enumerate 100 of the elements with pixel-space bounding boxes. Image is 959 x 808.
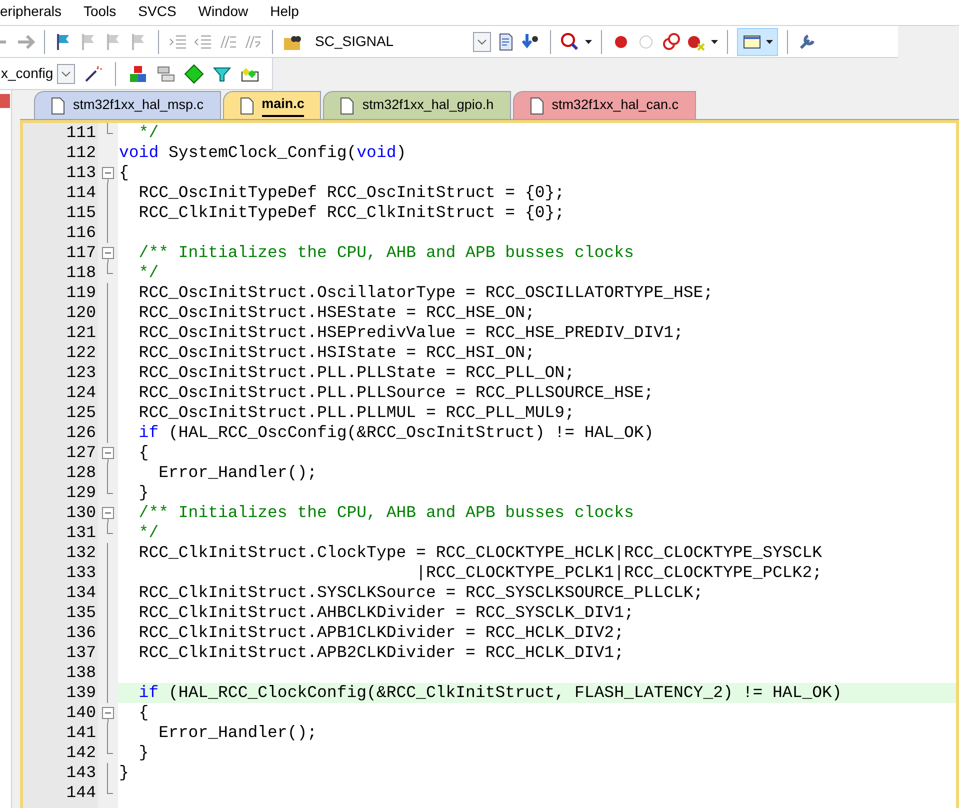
code-line: */ bbox=[138, 123, 160, 143]
target-combo-box[interactable]: x_config bbox=[0, 62, 75, 86]
code-line: RCC_ClkInitStruct.ClockType = RCC_CLOCKTYPE_HCLK|RCC_CLOCKTYPE_SYSCLK bbox=[138, 543, 824, 563]
code-line: { bbox=[118, 163, 130, 183]
fold-line-icon bbox=[107, 463, 108, 483]
line-number: 139 bbox=[66, 683, 96, 703]
fold-end-icon bbox=[107, 123, 113, 134]
code-line: RCC_OscInitStruct.OscillatorType = RCC_OSCILLATORTYPE_HSE; bbox=[138, 283, 714, 303]
code-line: RCC_OscInitStruct.HSEState = RCC_HSE_ON; bbox=[138, 303, 536, 323]
code-line: RCC_ClkInitStruct.APB1CLKDivider = RCC_HCLK_DIV2; bbox=[138, 623, 625, 643]
dropdown-caret-icon[interactable] bbox=[585, 40, 592, 44]
fold-collapse-icon[interactable] bbox=[102, 167, 114, 183]
stacked-windows-icon[interactable] bbox=[156, 64, 176, 84]
magic-wand-icon[interactable] bbox=[83, 64, 103, 84]
code-line: { bbox=[138, 703, 150, 723]
fold-collapse-icon[interactable] bbox=[102, 707, 114, 723]
fold-end-icon bbox=[107, 483, 113, 494]
line-number: 130 bbox=[66, 503, 96, 523]
menu-item[interactable]: SVCS bbox=[138, 0, 176, 22]
debug-magnifier-icon[interactable] bbox=[560, 32, 580, 52]
fold-line-icon bbox=[107, 763, 108, 783]
line-number: 120 bbox=[66, 303, 96, 323]
menu-item[interactable]: Help bbox=[270, 0, 299, 22]
fold-collapse-icon[interactable] bbox=[102, 247, 114, 263]
code-line: RCC_OscInitTypeDef RCC_OscInitStruct = {0}; bbox=[138, 183, 566, 203]
line-number: 112 bbox=[66, 143, 96, 163]
document-icon bbox=[340, 96, 354, 114]
line-number: 117 bbox=[66, 243, 96, 263]
file-tab[interactable]: stm32f1xx_hal_can.c bbox=[512, 91, 696, 119]
line-number: 122 bbox=[66, 343, 96, 363]
wrench-icon[interactable] bbox=[797, 32, 817, 52]
line-number: 135 bbox=[66, 603, 96, 623]
line-number: 137 bbox=[66, 643, 96, 663]
code-line: RCC_ClkInitStruct.SYSCLKSource = RCC_SYSCLKSOURCE_PLLCLK; bbox=[138, 583, 704, 603]
line-number: 131 bbox=[66, 523, 96, 543]
line-number: 133 bbox=[66, 563, 96, 583]
line-number: 128 bbox=[66, 463, 96, 483]
fold-collapse-icon[interactable] bbox=[102, 447, 114, 463]
fold-end-icon bbox=[107, 263, 113, 274]
code-line: */ bbox=[138, 263, 160, 283]
line-number: 116 bbox=[66, 223, 96, 243]
line-number: 144 bbox=[66, 783, 96, 803]
line-number: 111 bbox=[66, 123, 96, 143]
code-line: */ bbox=[138, 523, 160, 543]
line-number: 136 bbox=[66, 623, 96, 643]
file-tab[interactable]: stm32f1xx_hal_gpio.h bbox=[323, 91, 511, 119]
line-number: 119 bbox=[66, 283, 96, 303]
dropdown-caret-icon[interactable] bbox=[766, 40, 773, 44]
line-number: 134 bbox=[66, 583, 96, 603]
window-layout-toggle[interactable] bbox=[737, 28, 778, 56]
line-number: 124 bbox=[66, 383, 96, 403]
code-editor[interactable] bbox=[20, 120, 959, 808]
code-line: RCC_ClkInitTypeDef RCC_ClkInitStruct = {0}; bbox=[138, 203, 566, 223]
line-number: 123 bbox=[66, 363, 96, 383]
menu-item[interactable]: eripherals bbox=[0, 0, 62, 22]
diamond-icon[interactable] bbox=[184, 64, 204, 84]
fold-end-icon bbox=[107, 743, 113, 754]
line-number: 121 bbox=[66, 323, 96, 343]
line-number: 113 bbox=[66, 163, 96, 183]
breakpoints-icon[interactable] bbox=[661, 32, 681, 52]
code-line: RCC_OscInitStruct.PLL.PLLSource = RCC_PLLSOURCE_HSE; bbox=[138, 383, 655, 403]
dropdown-caret-icon[interactable] bbox=[711, 40, 718, 44]
code-line: RCC_OscInitStruct.PLL.PLLState = RCC_PLL_ON; bbox=[138, 363, 576, 383]
code-line: /** Initializes the CPU, AHB and APB busses clocks bbox=[138, 243, 635, 263]
line-number: 141 bbox=[66, 723, 96, 743]
code-line: Error_Handler(); bbox=[158, 463, 318, 483]
document-icon bbox=[51, 96, 65, 114]
code-line: } bbox=[138, 483, 150, 503]
blocks-icon[interactable] bbox=[128, 64, 148, 84]
line-number: 114 bbox=[66, 183, 96, 203]
line-number: 132 bbox=[66, 543, 96, 563]
code-line: } bbox=[118, 763, 130, 783]
code-line: RCC_OscInitStruct.HSEPredivValue = RCC_HSE_PREDIV_DIV1; bbox=[138, 323, 684, 343]
line-number: 127 bbox=[66, 443, 96, 463]
code-line: } bbox=[138, 743, 150, 763]
line-number: 126 bbox=[66, 423, 96, 443]
file-tab[interactable]: main.c bbox=[222, 91, 322, 119]
file-tab[interactable]: stm32f1xx_hal_msp.c bbox=[34, 91, 221, 119]
fold-collapse-icon[interactable] bbox=[102, 507, 114, 523]
fold-end-icon bbox=[107, 783, 113, 794]
code-line: if (HAL_RCC_OscConfig(&RCC_OscInitStruct) != HAL_OK) bbox=[138, 423, 655, 443]
line-number: 118 bbox=[66, 263, 96, 283]
fold-line-icon bbox=[107, 723, 108, 743]
fold-end-icon bbox=[107, 523, 113, 534]
menu-item[interactable]: Tools bbox=[83, 0, 116, 22]
line-number: 125 bbox=[66, 403, 96, 423]
line-number: 138 bbox=[66, 663, 96, 683]
code-line: |RCC_CLOCKTYPE_PCLK1|RCC_CLOCKTYPE_PCLK2; bbox=[415, 563, 824, 583]
document-icon bbox=[530, 96, 544, 114]
code-line: RCC_ClkInitStruct.AHBCLKDivider = RCC_SYSCLK_DIV1; bbox=[138, 603, 635, 623]
line-number: 140 bbox=[66, 703, 96, 723]
line-number: 143 bbox=[66, 763, 96, 783]
menu-item[interactable]: Window bbox=[198, 0, 248, 22]
code-line: RCC_OscInitStruct.PLL.PLLMUL = RCC_PLL_MUL9; bbox=[138, 403, 576, 423]
code-line: Error_Handler(); bbox=[158, 723, 318, 743]
code-line: /** Initializes the CPU, AHB and APB busses clocks bbox=[138, 503, 635, 523]
line-number: 129 bbox=[66, 483, 96, 503]
code-line: void SystemClock_Config(void) bbox=[118, 143, 408, 163]
document-icon bbox=[240, 96, 254, 114]
line-number: 142 bbox=[66, 743, 96, 763]
